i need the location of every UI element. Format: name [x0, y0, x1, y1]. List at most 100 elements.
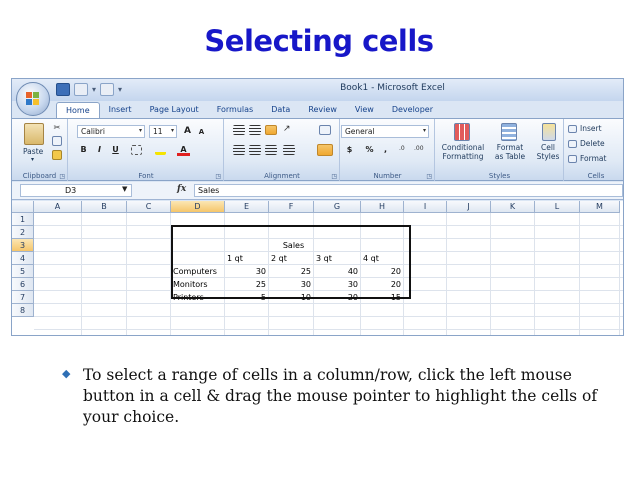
- number-format-select[interactable]: General ▾: [341, 125, 429, 138]
- format-as-table-label: Format: [496, 143, 524, 152]
- column-header-g[interactable]: G: [314, 201, 361, 213]
- tab-developer[interactable]: Developer: [383, 102, 442, 118]
- cell-styles-button[interactable]: Cell Styles: [532, 143, 564, 161]
- font-family-value: Calibri: [81, 127, 105, 136]
- conditional-formatting-button[interactable]: Conditional Formatting: [439, 143, 487, 161]
- comma-button[interactable]: ,: [379, 144, 392, 156]
- format-cells-button[interactable]: Format: [580, 154, 606, 163]
- ribbon: Paste ▾ ✂ Clipboard ◳ Calibri ▾ 11 ▾ A A…: [12, 118, 623, 181]
- column-header-b[interactable]: B: [82, 201, 127, 213]
- paste-dropdown-icon[interactable]: ▾: [31, 156, 34, 163]
- gridline: [534, 213, 535, 335]
- font-label: Font: [138, 172, 154, 180]
- worksheet-grid[interactable]: ABCDEFGHIJKLM 12345678 Sales 1 qt 2 qt 3 qt…: [12, 201, 623, 335]
- align-bottom-icon[interactable]: [265, 125, 277, 135]
- delete-cells-icon[interactable]: [568, 140, 577, 148]
- row-header-8[interactable]: 8: [12, 304, 34, 317]
- column-header-e[interactable]: E: [225, 201, 269, 213]
- tab-home[interactable]: Home: [56, 102, 100, 118]
- font-launcher-icon[interactable]: ◳: [215, 173, 221, 180]
- conditional-formatting-icon[interactable]: [454, 123, 470, 141]
- align-center-icon[interactable]: [249, 145, 261, 155]
- column-header-f[interactable]: F: [269, 201, 314, 213]
- tab-insert[interactable]: Insert: [100, 102, 141, 118]
- increase-decimal-icon[interactable]: .0: [399, 145, 411, 155]
- column-header-k[interactable]: K: [491, 201, 535, 213]
- format-painter-icon[interactable]: [52, 150, 62, 160]
- indent-icon[interactable]: [283, 145, 295, 155]
- tab-formulas[interactable]: Formulas: [208, 102, 263, 118]
- row-header-1[interactable]: 1: [12, 213, 34, 226]
- grow-font-icon[interactable]: A: [181, 125, 194, 137]
- currency-button[interactable]: $: [343, 144, 356, 156]
- alignment-launcher-icon[interactable]: ◳: [331, 173, 337, 180]
- insert-cells-icon[interactable]: [568, 125, 577, 133]
- clipboard-launcher-icon[interactable]: ◳: [59, 173, 65, 180]
- delete-cells-button[interactable]: Delete: [580, 139, 605, 148]
- italic-button[interactable]: I: [93, 144, 106, 156]
- align-left-icon[interactable]: [233, 145, 245, 155]
- cut-icon[interactable]: ✂: [52, 123, 62, 132]
- cell-styles-label: Cell: [540, 143, 556, 152]
- underline-button[interactable]: U: [109, 144, 122, 156]
- shrink-font-icon[interactable]: A: [195, 126, 208, 138]
- cell-styles-icon[interactable]: [542, 123, 556, 141]
- column-header-c[interactable]: C: [127, 201, 171, 213]
- select-all-corner[interactable]: [12, 201, 34, 213]
- column-header-i[interactable]: I: [404, 201, 447, 213]
- name-box[interactable]: D3: [20, 184, 132, 197]
- font-family-select[interactable]: Calibri ▾: [77, 125, 145, 138]
- column-header-h[interactable]: H: [361, 201, 404, 213]
- tab-view[interactable]: View: [346, 102, 383, 118]
- paste-button[interactable]: Paste: [23, 147, 43, 156]
- number-format-value: General: [345, 127, 375, 136]
- decrease-decimal-icon[interactable]: .00: [414, 145, 426, 155]
- format-as-table-icon[interactable]: [501, 123, 517, 141]
- column-header-m[interactable]: M: [580, 201, 620, 213]
- gridline: [446, 213, 447, 335]
- styles-group: Conditional Formatting Format as Table C…: [436, 119, 564, 181]
- tab-review[interactable]: Review: [299, 102, 346, 118]
- insert-function-button[interactable]: fx: [177, 184, 186, 194]
- percent-button[interactable]: %: [363, 144, 376, 156]
- copy-icon[interactable]: [52, 136, 62, 146]
- slide-title: Selecting cells: [204, 24, 434, 58]
- borders-icon[interactable]: [131, 145, 142, 155]
- row-header-4[interactable]: 4: [12, 252, 34, 265]
- wrap-text-icon[interactable]: [319, 125, 331, 135]
- align-middle-icon[interactable]: [249, 125, 261, 135]
- font-size-select[interactable]: 11 ▾: [149, 125, 177, 138]
- align-top-icon[interactable]: [233, 125, 245, 135]
- column-header-l[interactable]: L: [535, 201, 580, 213]
- format-as-table-button[interactable]: Format as Table: [491, 143, 529, 161]
- number-launcher-icon[interactable]: ◳: [426, 173, 432, 180]
- name-box-dropdown-icon[interactable]: ▼: [122, 185, 127, 193]
- row-header-7[interactable]: 7: [12, 291, 34, 304]
- tab-data[interactable]: Data: [262, 102, 299, 118]
- insert-cells-button[interactable]: Insert: [580, 124, 602, 133]
- column-header-d[interactable]: D: [171, 201, 225, 213]
- row-header-2[interactable]: 2: [12, 226, 34, 239]
- formula-input[interactable]: Sales: [194, 184, 623, 197]
- row-header-6[interactable]: 6: [12, 278, 34, 291]
- orientation-icon[interactable]: ↗: [283, 124, 297, 135]
- office-button[interactable]: [16, 82, 50, 116]
- align-right-icon[interactable]: [265, 145, 277, 155]
- column-header-a[interactable]: A: [34, 201, 82, 213]
- format-cells-icon[interactable]: [568, 155, 577, 163]
- excel-window: ▾ ▾ Book1 - Microsoft Excel Home Insert …: [11, 78, 624, 336]
- gridline: [81, 213, 82, 335]
- paste-icon[interactable]: [24, 123, 44, 145]
- row-header-5[interactable]: 5: [12, 265, 34, 278]
- gridline: [490, 213, 491, 335]
- merge-center-icon[interactable]: [317, 144, 333, 156]
- office-logo-icon: [26, 92, 40, 106]
- row-header-3[interactable]: 3: [12, 239, 34, 252]
- bullet-text: To select a range of cells in a column/r…: [83, 366, 598, 426]
- tab-page-layout[interactable]: Page Layout: [141, 102, 208, 118]
- font-color-icon[interactable]: A: [177, 144, 190, 156]
- fill-color-icon[interactable]: [155, 145, 166, 155]
- column-header-j[interactable]: J: [447, 201, 491, 213]
- bullet-icon: ◆: [62, 367, 71, 380]
- bold-button[interactable]: B: [77, 144, 90, 156]
